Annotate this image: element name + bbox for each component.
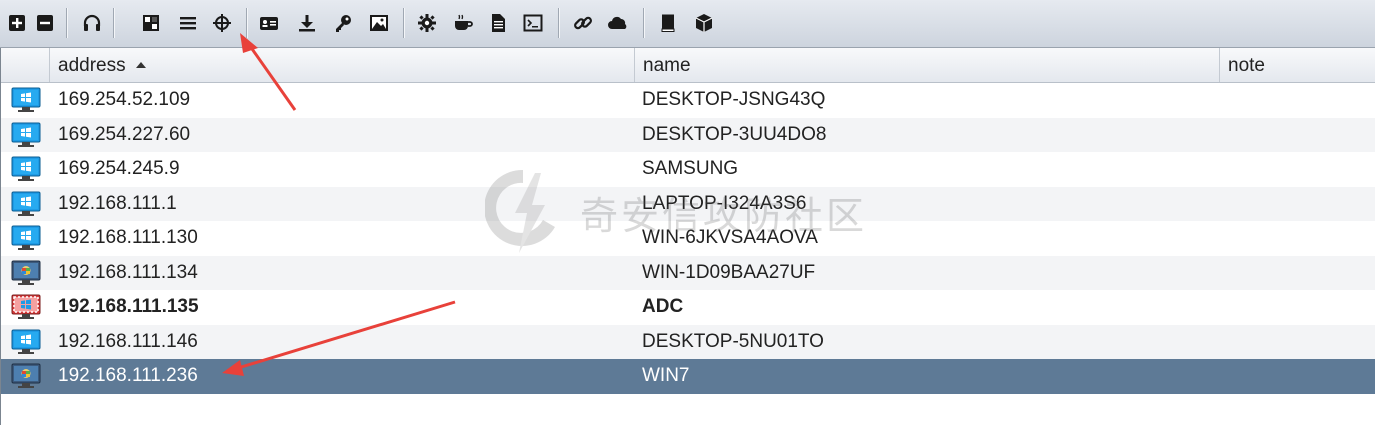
document-icon[interactable] bbox=[487, 12, 509, 34]
coffee-cup-icon[interactable] bbox=[452, 12, 474, 34]
column-header-note[interactable]: note bbox=[1220, 48, 1375, 82]
toolbar-separator bbox=[403, 8, 404, 38]
table-row[interactable]: 192.168.111.1 LAPTOP-I324A3S6 bbox=[1, 186, 1375, 221]
cell-name: LAPTOP-I324A3S6 bbox=[642, 192, 807, 214]
table-body: 169.254.52.109 DESKTOP-JSNG43Q 169.254.227… bbox=[1, 83, 1375, 394]
cell-name: SAMSUNG bbox=[642, 158, 739, 179]
cell-name: DESKTOP-3UU4DO8 bbox=[642, 123, 827, 145]
table-row[interactable]: 192.168.111.236 WIN7 bbox=[1, 359, 1375, 394]
plus-square-icon[interactable] bbox=[6, 12, 28, 34]
column-header-label: name bbox=[643, 55, 691, 76]
headphones-icon[interactable] bbox=[81, 12, 103, 34]
main-toolbar bbox=[0, 0, 1375, 48]
table-row[interactable]: 192.168.111.135 ADC bbox=[1, 290, 1375, 325]
windows7-monitor-icon bbox=[11, 363, 41, 389]
key-icon[interactable] bbox=[332, 12, 354, 34]
cell-address: 192.168.111.146 bbox=[58, 330, 198, 352]
gear-icon[interactable] bbox=[416, 12, 438, 34]
minus-square-icon[interactable] bbox=[34, 12, 56, 34]
credentials-card-icon[interactable] bbox=[258, 12, 280, 34]
table-row[interactable]: 192.168.111.146 DESKTOP-5NU01TO bbox=[1, 324, 1375, 359]
toolbar-separator bbox=[558, 8, 559, 38]
pivot-graph-icon[interactable] bbox=[140, 12, 162, 34]
table-header: address name note bbox=[1, 48, 1375, 83]
target-table-view: address name note 169.254.52.109 DESKTOP-… bbox=[0, 0, 1375, 425]
cell-name: WIN7 bbox=[642, 365, 690, 386]
toolbar-separator bbox=[113, 8, 114, 38]
list-icon[interactable] bbox=[177, 12, 199, 34]
column-header-label: note bbox=[1228, 55, 1265, 76]
table-row[interactable]: 169.254.227.60 DESKTOP-3UU4DO8 bbox=[1, 117, 1375, 152]
windows-monitor-icon bbox=[11, 122, 41, 148]
link-icon[interactable] bbox=[572, 12, 594, 34]
cell-name: WIN-6JKVSA4AOVA bbox=[642, 227, 818, 248]
crosshair-icon[interactable] bbox=[211, 12, 233, 34]
cell-address: 192.168.111.236 bbox=[58, 365, 198, 386]
targets-table: address name note 169.254.52.109 DESKTOP-… bbox=[0, 48, 1375, 425]
cell-name: WIN-1D09BAA27UF bbox=[642, 261, 816, 283]
book-icon[interactable] bbox=[657, 12, 679, 34]
cell-name: DESKTOP-5NU01TO bbox=[642, 330, 824, 352]
windows-monitor-icon bbox=[11, 329, 41, 355]
column-header-address[interactable]: address bbox=[50, 48, 635, 82]
cell-address: 169.254.52.109 bbox=[58, 89, 191, 110]
cell-address: 192.168.111.134 bbox=[58, 261, 198, 283]
cube-icon[interactable] bbox=[693, 12, 715, 34]
column-header-icon[interactable] bbox=[1, 48, 50, 82]
windows-monitor-icon bbox=[11, 191, 41, 217]
windows-monitor-icon bbox=[11, 156, 41, 182]
cell-address: 169.254.227.60 bbox=[58, 123, 191, 145]
compromised-windows-monitor-icon bbox=[11, 294, 41, 320]
cloud-icon[interactable] bbox=[607, 12, 629, 34]
toolbar-separator bbox=[246, 8, 247, 38]
terminal-icon[interactable] bbox=[522, 12, 544, 34]
cell-address: 192.168.111.1 bbox=[58, 192, 177, 214]
download-icon[interactable] bbox=[296, 12, 318, 34]
cell-name: ADC bbox=[642, 296, 684, 317]
windows7-monitor-icon bbox=[11, 260, 41, 286]
table-row[interactable]: 169.254.52.109 DESKTOP-JSNG43Q bbox=[1, 83, 1375, 118]
column-header-label: address bbox=[58, 55, 126, 76]
column-header-name[interactable]: name bbox=[635, 48, 1220, 82]
cell-name: DESKTOP-JSNG43Q bbox=[642, 89, 826, 110]
table-row[interactable]: 169.254.245.9 SAMSUNG bbox=[1, 152, 1375, 187]
cell-address: 169.254.245.9 bbox=[58, 158, 180, 179]
table-row[interactable]: 192.168.111.130 WIN-6JKVSA4AOVA bbox=[1, 221, 1375, 256]
table-row[interactable]: 192.168.111.134 WIN-1D09BAA27UF bbox=[1, 255, 1375, 290]
cell-address: 192.168.111.135 bbox=[58, 296, 199, 317]
toolbar-separator bbox=[66, 8, 67, 38]
cell-address: 192.168.111.130 bbox=[58, 227, 198, 248]
windows-monitor-icon bbox=[11, 225, 41, 251]
windows-monitor-icon bbox=[11, 87, 41, 113]
toolbar-separator bbox=[643, 8, 644, 38]
screenshot-image-icon[interactable] bbox=[368, 12, 390, 34]
sort-ascending-icon bbox=[135, 62, 146, 68]
